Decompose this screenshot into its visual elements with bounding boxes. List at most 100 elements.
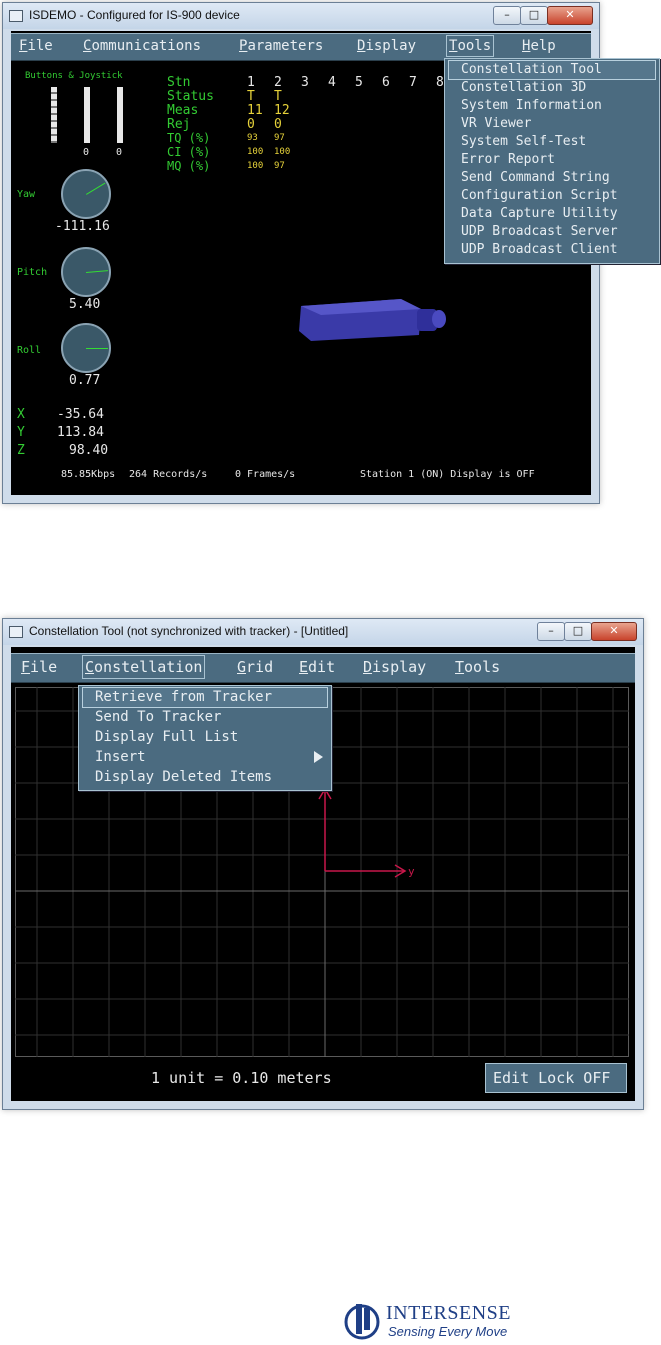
row-label-status: Status xyxy=(167,89,214,104)
menu-item-send-command-string[interactable]: Send Command String xyxy=(449,169,655,187)
menu-tools[interactable]: Tools xyxy=(455,658,500,676)
status-rate: 85.85Kbps xyxy=(61,469,116,480)
station-number: 6 xyxy=(382,75,390,90)
joystick-value-1: 0 xyxy=(83,147,90,158)
yaw-value: -111.16 xyxy=(55,219,110,234)
minimize-icon: – xyxy=(548,624,554,637)
minimize-button[interactable]: – xyxy=(537,622,565,641)
pitch-value: 5.40 xyxy=(69,297,101,312)
menu-item-send-to-tracker[interactable]: Send To Tracker xyxy=(83,708,327,727)
station-number: 4 xyxy=(328,75,336,90)
close-icon: ✕ xyxy=(609,624,619,637)
status-value: T xyxy=(274,89,282,104)
submenu-arrow-icon xyxy=(314,751,323,763)
menu-display[interactable]: Display xyxy=(357,38,416,54)
edit-lock-button[interactable]: Edit Lock OFF xyxy=(485,1063,627,1093)
station-number: 8 xyxy=(436,75,444,90)
yaw-label: Yaw xyxy=(17,189,36,200)
meas-value: 11 xyxy=(247,103,263,118)
y-value: 113.84 xyxy=(57,425,104,440)
maximize-button[interactable]: □ xyxy=(520,6,548,25)
roll-value: 0.77 xyxy=(69,373,101,388)
axis-y-label: y xyxy=(408,865,415,878)
ci-value: 100 xyxy=(274,147,291,157)
menu-item-display-full-list[interactable]: Display Full List xyxy=(83,728,327,747)
window-title: Constellation Tool (not synchronized wit… xyxy=(29,624,349,638)
menu-constellation[interactable]: Constellation xyxy=(81,655,206,679)
buttons-joystick-label: Buttons & Joystick xyxy=(25,71,123,81)
menu-tools[interactable]: Tools xyxy=(445,35,495,57)
menu-edit[interactable]: Edit xyxy=(299,658,335,676)
menu-item-system-information[interactable]: System Information xyxy=(449,97,655,115)
rej-value: 0 xyxy=(274,117,282,132)
menu-item-system-self-test[interactable]: System Self-Test xyxy=(449,133,655,151)
logo-brand: INTERSENSE xyxy=(386,1302,511,1324)
menu-help[interactable]: Help xyxy=(522,38,556,54)
menu-item-vr-viewer[interactable]: VR Viewer xyxy=(449,115,655,133)
minimize-button[interactable]: – xyxy=(493,6,521,25)
menu-item-error-report[interactable]: Error Report xyxy=(449,151,655,169)
mq-value: 97 xyxy=(274,161,285,171)
row-label-rej: Rej xyxy=(167,117,191,132)
menu-item-udp-broadcast-server[interactable]: UDP Broadcast Server xyxy=(449,223,655,241)
row-label-mq: MQ (%) xyxy=(167,159,211,173)
maximize-icon: □ xyxy=(528,8,540,21)
constellation-menubar: File Constellation Grid Edit Display Too… xyxy=(11,653,635,683)
app-icon xyxy=(9,626,23,638)
menu-item-udp-broadcast-client[interactable]: UDP Broadcast Client xyxy=(449,241,655,259)
menu-item-constellation-3d[interactable]: Constellation 3D xyxy=(449,79,655,97)
maximize-icon: □ xyxy=(572,624,584,637)
row-label-stn: Stn xyxy=(167,75,191,90)
station-number: 3 xyxy=(301,75,309,90)
minimize-icon: – xyxy=(504,8,510,21)
scale-text: 1 unit = 0.10 meters xyxy=(151,1069,332,1087)
menu-communications[interactable]: Communications xyxy=(83,38,201,54)
station-number: 7 xyxy=(409,75,417,90)
close-button[interactable]: ✕ xyxy=(591,622,637,641)
ci-value: 100 xyxy=(247,147,264,157)
z-value: 98.40 xyxy=(69,443,109,458)
menu-item-insert[interactable]: Insert xyxy=(83,748,327,767)
x-value: -35.64 xyxy=(57,407,104,422)
constellation-menu-dropdown: Retrieve from Tracker Send To Tracker Di… xyxy=(78,685,332,791)
constellation-titlebar[interactable]: Constellation Tool (not synchronized wit… xyxy=(3,619,643,645)
joystick-bar-2 xyxy=(117,87,123,143)
intersense-logo-mark xyxy=(344,1304,380,1340)
menu-item-data-capture-utility[interactable]: Data Capture Utility xyxy=(449,205,655,223)
window-title: ISDEMO - Configured for IS-900 device xyxy=(29,8,240,22)
rej-value: 0 xyxy=(247,117,255,132)
menu-display[interactable]: Display xyxy=(363,658,426,676)
menu-item-display-deleted-items[interactable]: Display Deleted Items xyxy=(83,768,327,787)
meas-value: 12 xyxy=(274,103,290,118)
roll-gauge xyxy=(61,323,111,373)
menu-item-configuration-script[interactable]: Configuration Script xyxy=(449,187,655,205)
menu-file[interactable]: File xyxy=(19,38,53,54)
mq-value: 100 xyxy=(247,161,264,171)
yaw-gauge xyxy=(61,169,111,219)
tq-value: 97 xyxy=(274,133,285,143)
y-label: Y xyxy=(17,425,25,440)
station-number: 2 xyxy=(274,75,282,90)
menu-grid[interactable]: Grid xyxy=(237,658,273,676)
row-label-ci: CI (%) xyxy=(167,145,211,159)
menu-file[interactable]: File xyxy=(21,658,57,676)
tools-menu-dropdown: Constellation Tool Constellation 3D Syst… xyxy=(444,58,660,264)
station-number: 5 xyxy=(355,75,363,90)
close-icon: ✕ xyxy=(565,8,575,21)
menu-item-constellation-tool[interactable]: Constellation Tool xyxy=(448,60,656,80)
row-label-meas: Meas xyxy=(167,103,199,118)
isdemo-menubar: File Communications Parameters Display T… xyxy=(11,33,591,61)
close-button[interactable]: ✕ xyxy=(547,6,593,25)
maximize-button[interactable]: □ xyxy=(564,622,592,641)
x-label: X xyxy=(17,407,25,422)
status-frames: 0 Frames/s xyxy=(235,469,296,480)
status-records: 264 Records/s xyxy=(129,469,208,480)
edit-lock-label: Edit Lock OFF xyxy=(493,1069,611,1087)
tq-value: 93 xyxy=(247,133,258,143)
isdemo-titlebar[interactable]: ISDEMO - Configured for IS-900 device – … xyxy=(3,3,599,29)
menu-item-retrieve-from-tracker[interactable]: Retrieve from Tracker xyxy=(82,687,328,708)
app-icon xyxy=(9,10,23,22)
intersense-logo: INTERSENSE Sensing Every Move xyxy=(342,1300,532,1340)
pitch-label: Pitch xyxy=(17,267,48,278)
menu-parameters[interactable]: Parameters xyxy=(239,38,323,54)
